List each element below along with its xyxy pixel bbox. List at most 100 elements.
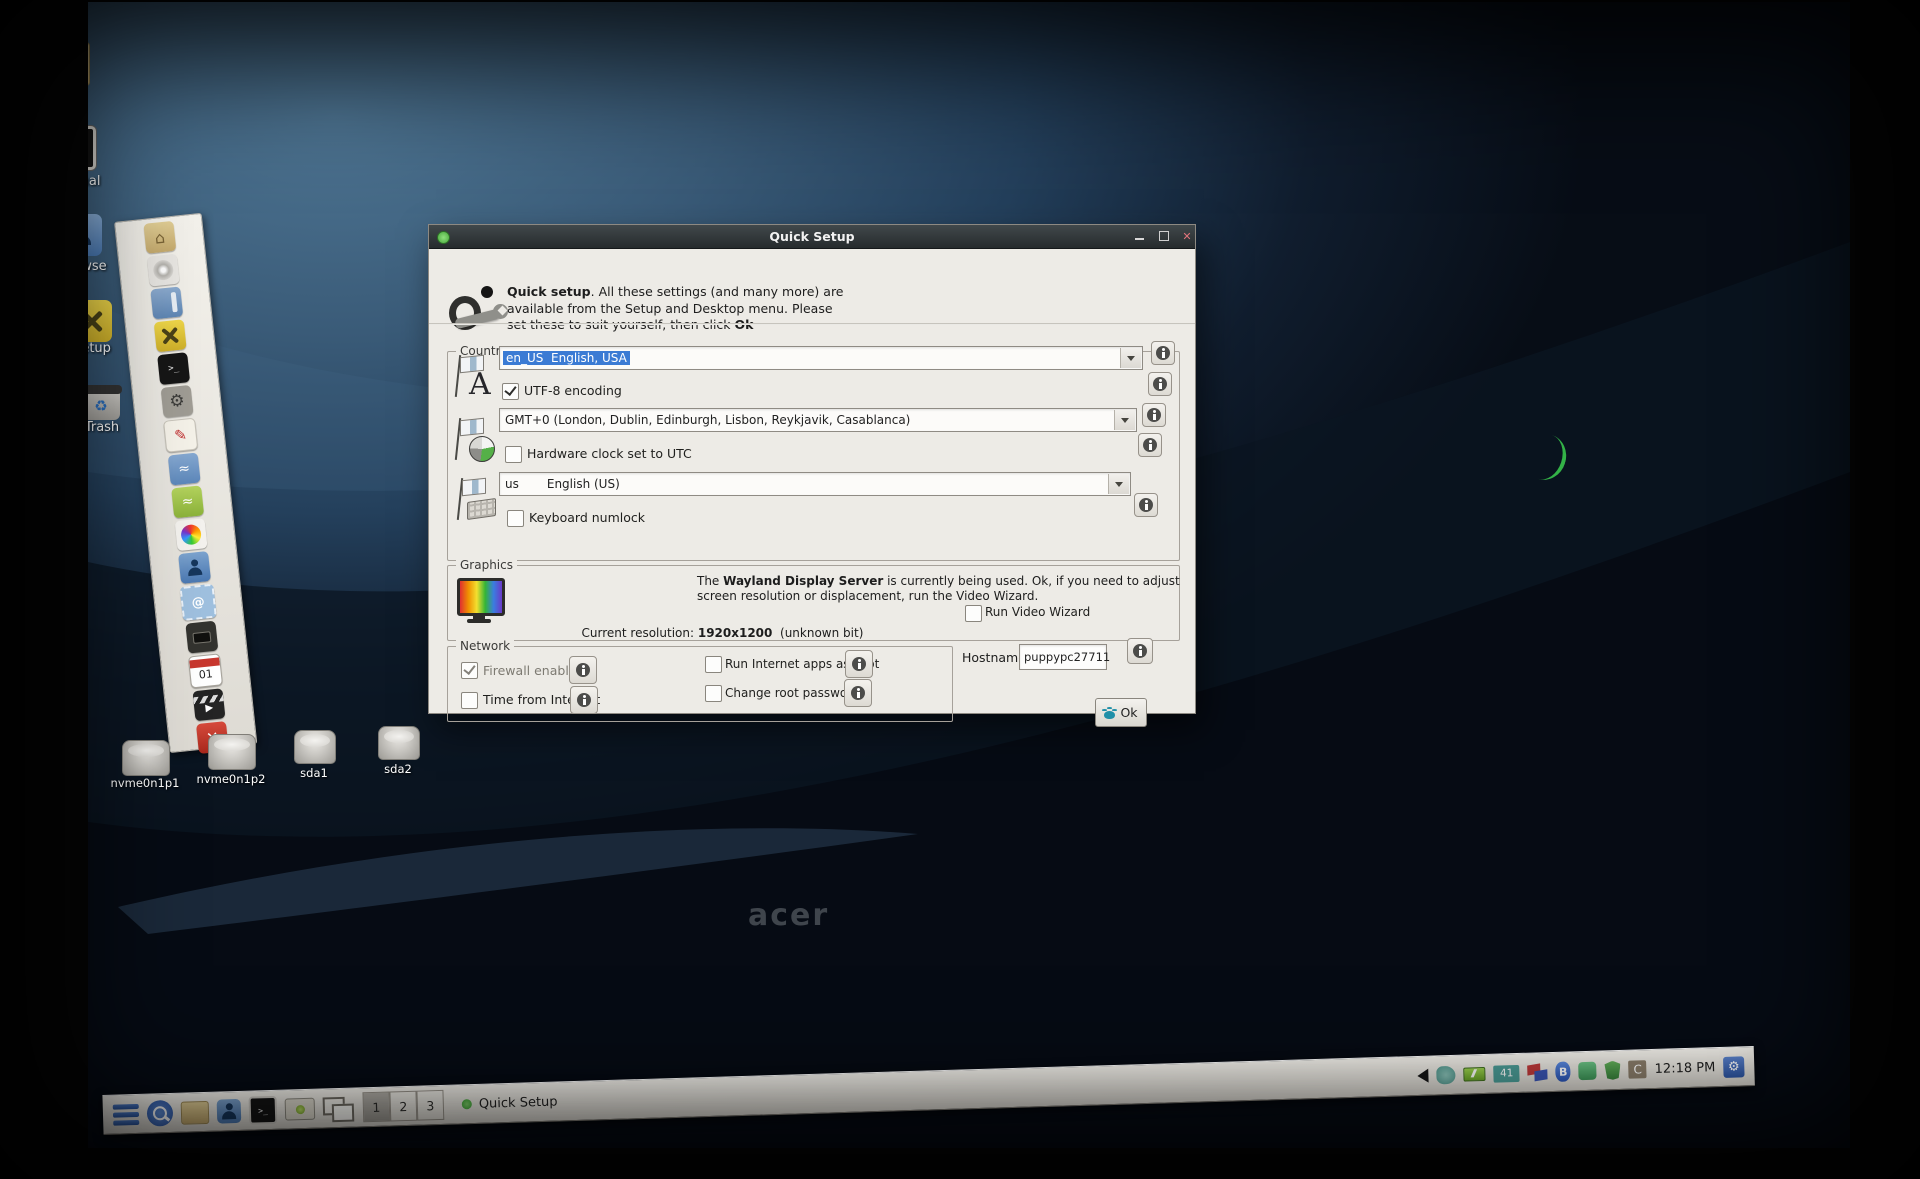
workspace-1[interactable]: 1 — [362, 1091, 390, 1122]
workspace-3[interactable]: 3 — [416, 1090, 444, 1121]
keyboard-flag-icon — [455, 476, 499, 524]
timezone-dropdown-arrow[interactable] — [1114, 410, 1135, 430]
timezone-flag-icon — [453, 416, 497, 464]
locale-dropdown-arrow[interactable] — [1120, 348, 1141, 368]
workspace-2[interactable]: 2 — [389, 1091, 417, 1122]
drive-sda2[interactable] — [378, 726, 420, 760]
resolution-value: 1920x1200 — [698, 626, 773, 640]
drive-label: sda2 — [384, 762, 412, 776]
timezone-combobox[interactable]: GMT+0 (London, Dublin, Edinburgh, Lisbon… — [499, 408, 1137, 432]
hwclock-info-button[interactable] — [1138, 433, 1162, 457]
dock-connect-icon[interactable] — [185, 621, 218, 654]
time-internet-info-button[interactable] — [570, 686, 598, 714]
intro-text: Quick setup. All these settings (and man… — [507, 284, 844, 334]
volume-icon[interactable] — [1411, 1069, 1429, 1084]
display-tray-icon[interactable] — [1527, 1064, 1547, 1081]
info-icon — [851, 686, 865, 700]
hostname-info-button[interactable] — [1127, 638, 1153, 664]
info-icon — [1156, 346, 1170, 360]
drive-sda1[interactable] — [294, 730, 336, 764]
info-icon — [1147, 408, 1161, 422]
trash-desktop-icon[interactable]: ♻ — [88, 386, 120, 420]
spot-info-button[interactable] — [845, 650, 873, 678]
firewall-shield-icon[interactable] — [1604, 1060, 1621, 1079]
running-app-icon — [462, 1099, 472, 1109]
search-button[interactable] — [147, 1100, 174, 1127]
setup-desktop-icon[interactable] — [88, 300, 112, 342]
bluetooth-icon[interactable]: B — [1555, 1061, 1571, 1081]
terminal-button[interactable]: >_ — [249, 1096, 278, 1125]
utf8-info-button[interactable] — [1148, 372, 1172, 396]
drive-label: sda1 — [300, 766, 328, 780]
settings-tray-icon[interactable]: ⚙ — [1723, 1056, 1745, 1078]
firewall-checkbox[interactable] — [461, 662, 478, 679]
dock-gears-icon[interactable]: ⚙ — [161, 385, 194, 418]
root-password-checkbox[interactable] — [705, 685, 722, 702]
maximize-button[interactable] — [1156, 229, 1172, 243]
minimize-button[interactable] — [1131, 229, 1147, 243]
drive-nvme0n1p1[interactable] — [122, 740, 170, 776]
window-titlebar[interactable]: Quick Setup ✕ — [429, 225, 1195, 249]
dock-calendar-icon[interactable]: 01 — [188, 653, 223, 688]
chevron-down-icon — [1127, 356, 1135, 365]
file-desktop-icon[interactable]: ⌂ — [88, 42, 90, 86]
window-menu-icon[interactable] — [437, 231, 450, 244]
files-button[interactable] — [181, 1100, 210, 1124]
ok-button[interactable]: Ok — [1095, 698, 1147, 727]
dock-spreadsheet-icon[interactable]: ≈ — [171, 485, 204, 518]
g-bold: Wayland Display Server — [723, 574, 883, 588]
drive-label: nvme0n1p2 — [197, 772, 266, 786]
time-internet-checkbox[interactable] — [461, 692, 478, 709]
utf8-checkbox[interactable] — [502, 383, 519, 400]
locale-info-button[interactable] — [1151, 341, 1175, 365]
dock-writer-icon[interactable]: ≈ — [168, 453, 201, 486]
dock-media-player-icon[interactable]: ▶ — [192, 688, 225, 721]
spot-checkbox[interactable] — [705, 656, 722, 673]
close-button[interactable]: ✕ — [1179, 229, 1195, 243]
drive-glyph — [170, 292, 177, 312]
calendar-day: 01 — [198, 666, 214, 683]
dock-disk-icon[interactable] — [147, 254, 180, 287]
browser-button[interactable] — [217, 1099, 242, 1124]
drive-top — [300, 734, 330, 747]
taskbar-spacer — [566, 1076, 1403, 1101]
tray-clock[interactable]: 12:18 PM — [1654, 1060, 1715, 1077]
hwclock-label: Hardware clock set to UTC — [527, 446, 692, 461]
battery-icon[interactable] — [1464, 1067, 1486, 1082]
locale-combobox[interactable]: en_US English, USA — [499, 346, 1143, 370]
dock-mail-icon[interactable]: @ — [180, 584, 217, 621]
signal-badge[interactable]: 41 — [1493, 1064, 1519, 1082]
keyboard-dropdown-arrow[interactable] — [1108, 474, 1129, 494]
g-post: is currently being used. Ok, if you need… — [883, 574, 1179, 588]
screenshot-button[interactable] — [285, 1098, 316, 1121]
menu-button[interactable] — [113, 1103, 140, 1125]
root-password-info-button[interactable] — [844, 679, 872, 707]
keyboard-info-button[interactable] — [1134, 493, 1158, 517]
firewall-info-button[interactable] — [569, 656, 597, 684]
drive-nvme0n1p2[interactable] — [208, 734, 256, 770]
cpu-tray-icon[interactable]: C — [1628, 1060, 1647, 1079]
check-mark-icon — [463, 662, 475, 675]
monitor-icon — [457, 578, 505, 616]
hwclock-checkbox[interactable] — [505, 446, 522, 463]
dock-terminal-icon[interactable]: >_ — [157, 352, 190, 385]
dock-setup-tools-icon[interactable] — [154, 319, 187, 352]
timezone-info-button[interactable] — [1142, 403, 1166, 427]
browse-desktop-icon[interactable] — [88, 214, 102, 256]
dock-home-folder-icon[interactable]: ⌂ — [143, 221, 176, 254]
window-switcher-button[interactable] — [323, 1097, 352, 1120]
dock-install-drive-icon[interactable] — [150, 286, 183, 319]
tray-green-icon[interactable] — [1578, 1062, 1597, 1081]
terminal-desktop-icon[interactable]: >_ — [88, 126, 96, 170]
dock-browser-icon[interactable] — [178, 551, 211, 584]
task-quick-setup[interactable]: Quick Setup — [462, 1094, 558, 1112]
info-icon — [577, 693, 591, 707]
pencil-glyph: ✎ — [173, 426, 187, 445]
dock-editor-icon[interactable]: ✎ — [163, 418, 198, 453]
video-wizard-checkbox[interactable] — [965, 605, 982, 622]
numlock-checkbox[interactable] — [507, 510, 524, 527]
hostname-input[interactable]: puppypc27711 — [1019, 644, 1107, 670]
keyboard-combobox[interactable]: us English (US) — [499, 472, 1131, 496]
tray-app-icon[interactable] — [1436, 1066, 1456, 1085]
dock-paint-icon[interactable] — [175, 518, 208, 551]
